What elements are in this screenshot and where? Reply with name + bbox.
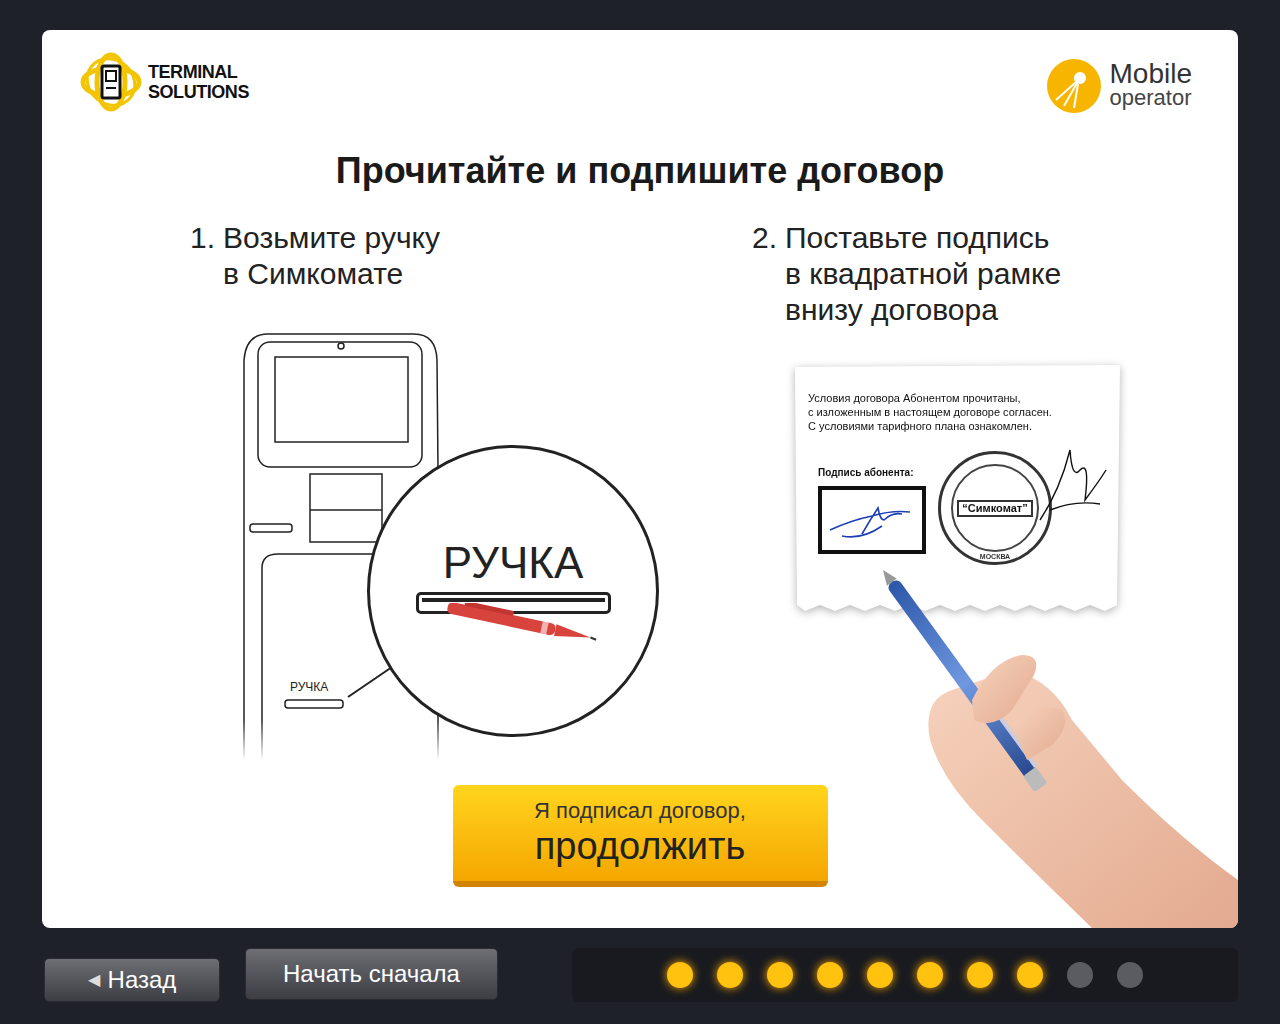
contract-line: Условия договора Абонентом прочитаны, — [808, 391, 1052, 405]
logo-text: TERMINAL — [148, 62, 249, 82]
progress-dot — [867, 962, 893, 988]
contract-line: С условиями тарифного плана ознакомлен. — [808, 419, 1052, 433]
back-arrow-icon: ◀ — [88, 968, 100, 992]
step-line: в квадратной рамке — [785, 256, 1061, 292]
signature-box — [818, 486, 926, 554]
header: TERMINALSOLUTIONS Mobileoperator — [42, 30, 1238, 112]
contract-line: с изложенным в настоящем договоре соглас… — [808, 405, 1052, 419]
terminal-solutions-logo-icon — [80, 52, 142, 112]
step-line: Поставьте подпись — [785, 220, 1061, 256]
zoom-label: РУЧКА — [370, 538, 656, 588]
app-screen: TERMINALSOLUTIONS Mobileoperator Прочитайт… — [0, 0, 1280, 1024]
progress-dot — [767, 962, 793, 988]
progress-panel — [572, 948, 1238, 1002]
mobile-operator-logo: Mobileoperator — [1046, 52, 1192, 114]
continue-button-label: продолжить — [535, 824, 746, 868]
progress-dot — [717, 962, 743, 988]
step-line: Возьмите ручку — [223, 220, 440, 256]
progress-dot — [917, 962, 943, 988]
back-button[interactable]: ◀ Назад — [44, 958, 220, 1002]
stamp-name: “Симкомат” — [957, 500, 1032, 517]
back-label: Назад — [108, 966, 177, 994]
step-number: 1. — [190, 220, 215, 328]
progress-dot — [1017, 962, 1043, 988]
step-line: внизу договора — [785, 292, 1061, 328]
sputnik-logo-icon — [1046, 58, 1102, 114]
brand-subtitle: operator — [1110, 86, 1192, 110]
progress-dot — [817, 962, 843, 988]
signature-icon — [822, 490, 922, 550]
step-line: в Симкомате — [223, 256, 440, 292]
progress-dot — [667, 962, 693, 988]
brand-name: Mobile — [1110, 62, 1192, 86]
progress-dot — [967, 962, 993, 988]
terminal-solutions-logo: TERMINALSOLUTIONS — [80, 52, 249, 112]
restart-button[interactable]: Начать сначала — [245, 948, 498, 1000]
hand-with-pen-icon — [862, 550, 1238, 928]
step: 1.Возьмите ручкув Симкомате — [42, 220, 752, 328]
step-number: 2. — [752, 220, 777, 328]
stamp: “Симкомат” МОСКВА — [938, 451, 1052, 565]
continue-button-caption: Я подписал договор, — [534, 798, 746, 824]
restart-label: Начать сначала — [283, 960, 460, 988]
progress-dot — [1067, 962, 1093, 988]
continue-button[interactable]: Я подписал договор,продолжить — [453, 785, 828, 887]
signature-label: Подпись абонента: — [818, 467, 913, 479]
pen-slot — [416, 592, 611, 614]
page-title: Прочитайте и подпишите договор — [42, 149, 1238, 193]
contract-paper: Условия договора Абонентом прочитаны,с и… — [795, 365, 1120, 617]
zoom-circle: РУЧКА — [367, 445, 659, 737]
main-card: TERMINALSOLUTIONS Mobileoperator Прочитайт… — [42, 30, 1238, 928]
official-signature-icon — [1030, 440, 1110, 530]
step: 2.Поставьте подписьв квадратной рамкевни… — [752, 220, 1061, 328]
stamp-city: МОСКВА — [941, 553, 1049, 561]
kiosk-slot-label: РУЧКА — [290, 680, 328, 694]
red-pen-icon — [442, 603, 602, 643]
logo-text: SOLUTIONS — [148, 82, 249, 102]
bottom-bar: ◀ Назад Начать сначала — [42, 948, 1238, 1004]
steps: 1.Возьмите ручкув Симкомате2.Поставьте п… — [42, 220, 1238, 328]
progress-dot — [1117, 962, 1143, 988]
